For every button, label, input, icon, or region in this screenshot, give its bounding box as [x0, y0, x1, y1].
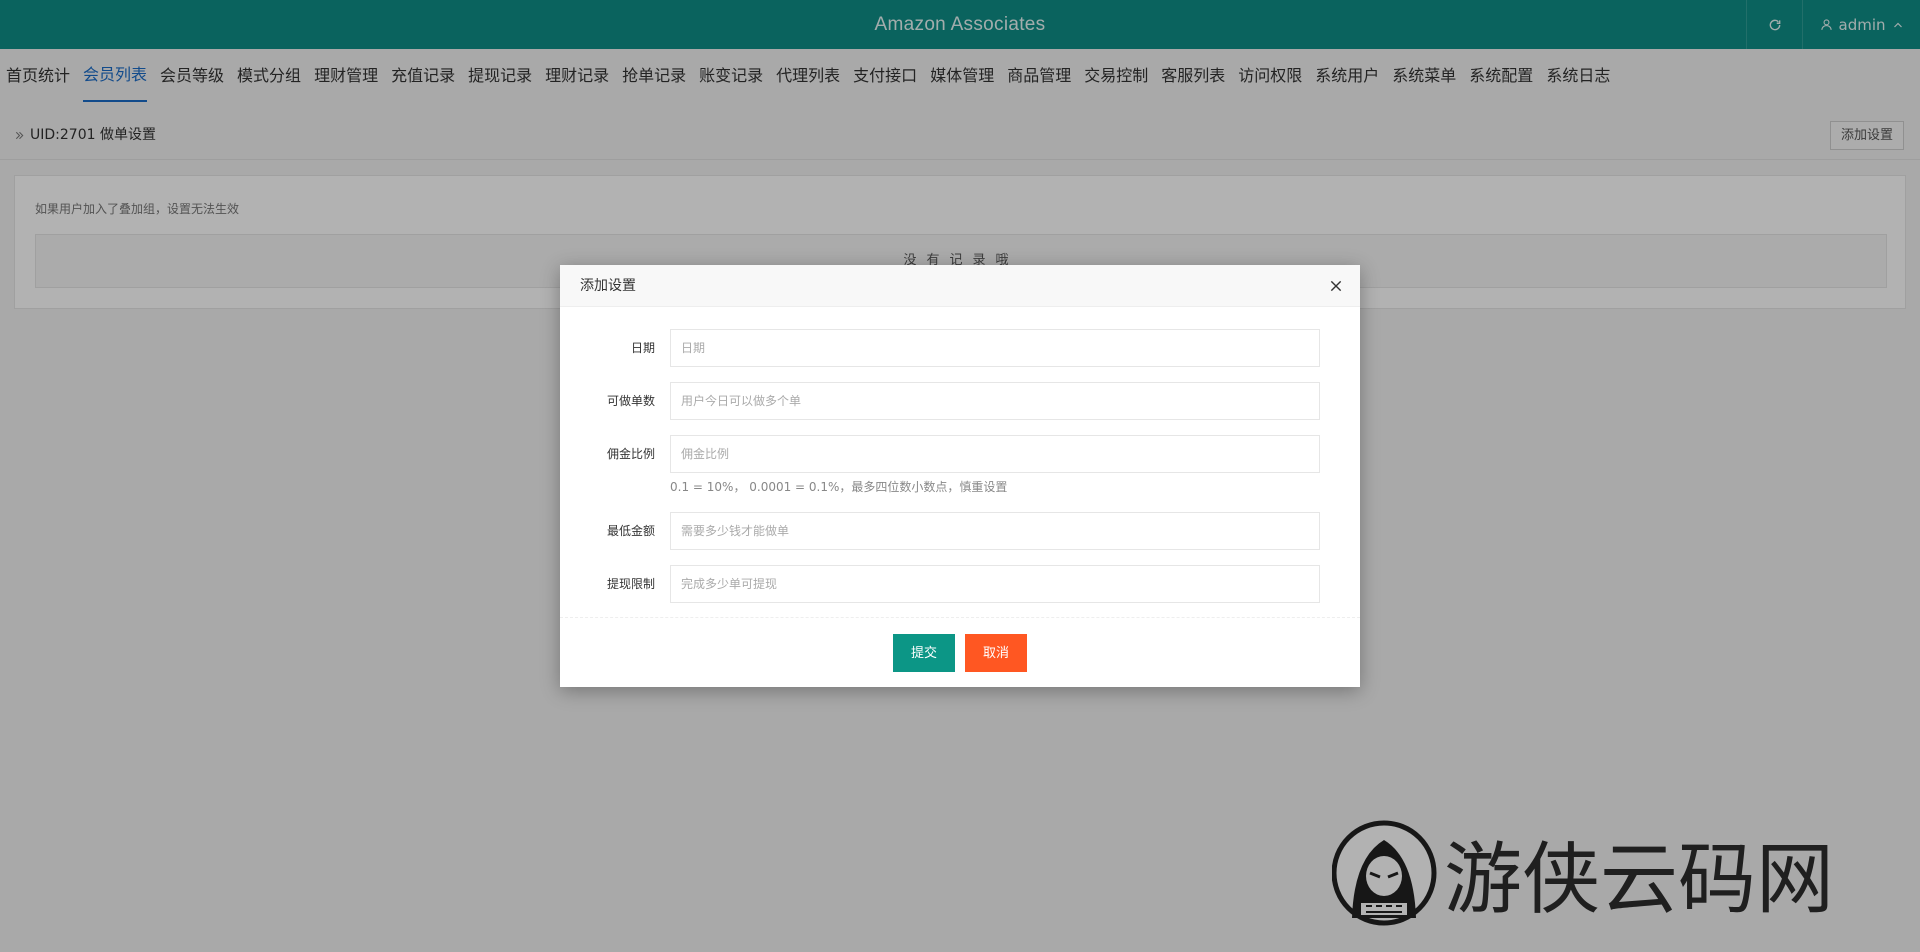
- submit-button[interactable]: 提交: [892, 633, 955, 672]
- add-setting-dialog: 添加设置 日期 可做单数 佣金比例 0.1 = 10%， 0.0001 = 0.…: [560, 265, 1360, 687]
- date-label: 日期: [630, 341, 655, 355]
- dialog-title: 添加设置: [580, 278, 636, 294]
- min-amount-label: 最低金额: [606, 524, 655, 538]
- dialog-footer: 提交 取消: [560, 617, 1360, 687]
- field-row-min-amount: 最低金额: [560, 512, 1360, 550]
- order-count-input[interactable]: [670, 382, 1320, 420]
- close-button[interactable]: [1326, 276, 1346, 296]
- date-input[interactable]: [670, 329, 1320, 367]
- field-row-withdraw-limit: 提现限制: [560, 565, 1360, 603]
- field-row-date: 日期: [560, 329, 1360, 367]
- order-count-label: 可做单数: [606, 394, 655, 408]
- commission-input[interactable]: [670, 435, 1320, 473]
- withdraw-limit-label: 提现限制: [606, 577, 655, 591]
- dialog-header: 添加设置: [560, 265, 1360, 307]
- close-icon: [1330, 280, 1342, 292]
- min-amount-input[interactable]: [670, 512, 1320, 550]
- withdraw-limit-input[interactable]: [670, 565, 1320, 603]
- cancel-button[interactable]: 取消: [965, 633, 1028, 672]
- field-row-commission: 佣金比例 0.1 = 10%， 0.0001 = 0.1%，最多四位数小数点，慎…: [560, 435, 1360, 494]
- commission-label: 佣金比例: [606, 447, 655, 461]
- setting-form: 日期 可做单数 佣金比例 0.1 = 10%， 0.0001 = 0.1%，最多…: [560, 307, 1360, 603]
- field-row-order-count: 可做单数: [560, 382, 1360, 420]
- commission-hint: 0.1 = 10%， 0.0001 = 0.1%，最多四位数小数点，慎重设置: [670, 480, 1008, 494]
